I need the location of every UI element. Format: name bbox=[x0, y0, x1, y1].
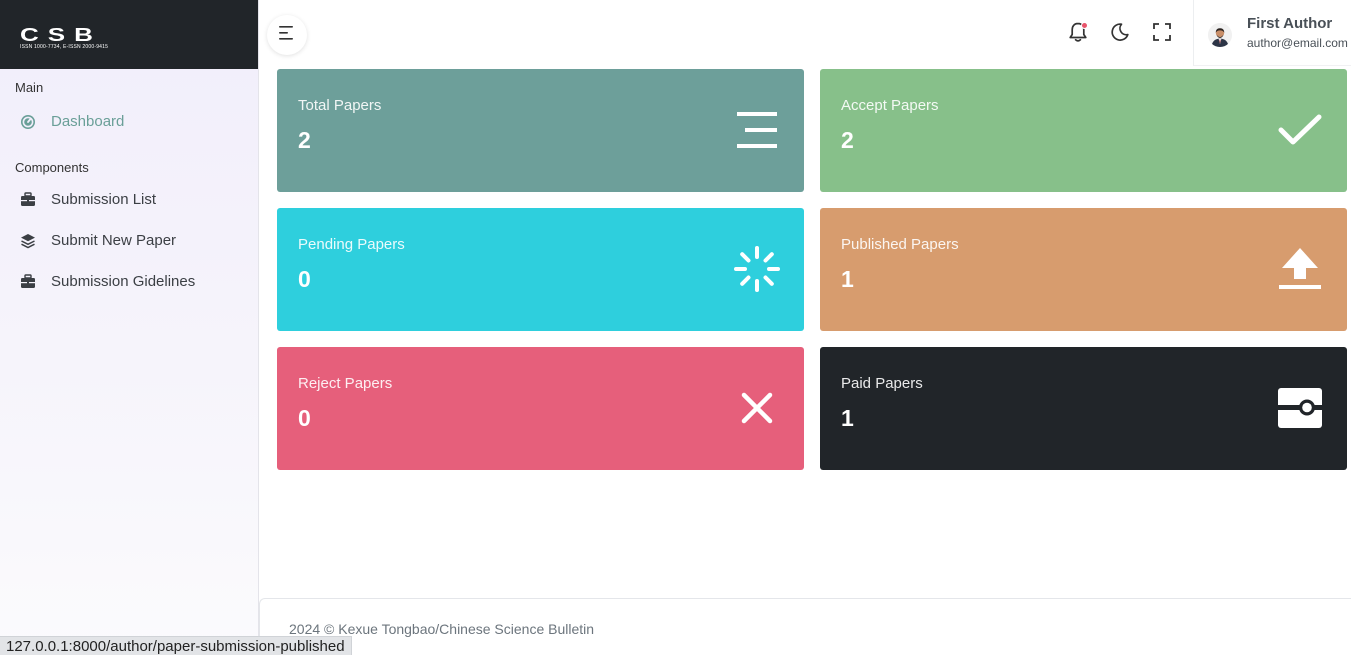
stat-label: Total Papers bbox=[298, 97, 382, 114]
stat-label: Paid Papers bbox=[841, 375, 923, 392]
stat-value: 1 bbox=[841, 405, 854, 431]
stat-card-reject-papers[interactable]: Reject Papers 0 bbox=[277, 347, 804, 470]
gauge-icon bbox=[19, 113, 36, 130]
avatar bbox=[1208, 23, 1232, 47]
top-header: First Author author@email.com bbox=[259, 0, 1351, 69]
page-footer: 2024 © Kexue Tongbao/Chinese Science Bul… bbox=[259, 598, 1351, 655]
fullscreen-icon bbox=[1153, 22, 1171, 46]
stat-value: 2 bbox=[298, 127, 311, 153]
stat-value: 0 bbox=[298, 266, 311, 292]
sidebar: CSB ISSN 1000-7734, E-ISSN 2000-9415 Mai… bbox=[0, 0, 259, 655]
spinner-icon bbox=[732, 244, 782, 294]
stat-value: 0 bbox=[298, 405, 311, 431]
stat-card-total-papers[interactable]: Total Papers 2 bbox=[277, 69, 804, 192]
csb-logo[interactable]: CSB ISSN 1000-7734, E-ISSN 2000-9415 bbox=[20, 19, 108, 50]
sidebar-item-submit-new-paper[interactable]: Submit New Paper bbox=[0, 220, 258, 261]
browser-status-url: 127.0.0.1:8000/author/paper-submission-p… bbox=[0, 636, 352, 655]
layers-icon bbox=[19, 232, 36, 249]
sidebar-item-dashboard[interactable]: Dashboard bbox=[0, 101, 258, 142]
stat-card-accept-papers[interactable]: Accept Papers 2 bbox=[820, 69, 1347, 192]
footer-copyright: 2024 © Kexue Tongbao/Chinese Science Bul… bbox=[289, 621, 595, 637]
user-profile-menu[interactable]: First Author author@email.com bbox=[1193, 0, 1351, 66]
sidebar-item-label: Submission Gidelines bbox=[51, 273, 196, 290]
briefcase-icon bbox=[19, 191, 36, 208]
stat-label: Pending Papers bbox=[298, 236, 405, 253]
sidebar-item-label: Submission List bbox=[51, 191, 157, 208]
stat-label: Accept Papers bbox=[841, 97, 939, 114]
stat-value: 2 bbox=[841, 127, 854, 153]
user-name: First Author bbox=[1247, 15, 1333, 32]
notifications-button[interactable] bbox=[1066, 22, 1090, 46]
check-icon bbox=[1275, 105, 1325, 155]
logo-bar[interactable]: CSB ISSN 1000-7734, E-ISSN 2000-9415 bbox=[0, 0, 258, 69]
menu-heading-components: Components bbox=[15, 160, 89, 175]
stat-card-published-papers[interactable]: Published Papers 1 bbox=[820, 208, 1347, 331]
sidebar-item-submission-list[interactable]: Submission List bbox=[0, 179, 258, 220]
stat-label: Reject Papers bbox=[298, 375, 393, 392]
list-icon bbox=[732, 105, 782, 155]
stat-card-pending-papers[interactable]: Pending Papers 0 bbox=[277, 208, 804, 331]
moon-icon bbox=[1110, 22, 1130, 47]
wallet-icon bbox=[1275, 383, 1325, 433]
stat-value: 1 bbox=[841, 266, 854, 292]
notification-dot bbox=[1081, 22, 1088, 29]
sidebar-item-label: Dashboard bbox=[51, 113, 125, 130]
user-email: author@email.com bbox=[1247, 36, 1348, 50]
dark-mode-toggle[interactable] bbox=[1108, 22, 1132, 46]
upload-icon bbox=[1275, 244, 1325, 294]
fullscreen-button[interactable] bbox=[1150, 22, 1174, 46]
close-icon bbox=[732, 383, 782, 433]
sidebar-item-submission-guidelines[interactable]: Submission Gidelines bbox=[0, 261, 258, 302]
briefcase-icon bbox=[19, 273, 36, 290]
menu-toggle-button[interactable] bbox=[267, 15, 307, 55]
logo-text: CSB bbox=[20, 23, 102, 46]
hamburger-icon bbox=[279, 25, 295, 45]
sidebar-item-label: Submit New Paper bbox=[51, 232, 177, 249]
stat-card-paid-papers[interactable]: Paid Papers 1 bbox=[820, 347, 1347, 470]
menu-heading-main: Main bbox=[15, 80, 44, 95]
stat-label: Published Papers bbox=[841, 236, 959, 253]
